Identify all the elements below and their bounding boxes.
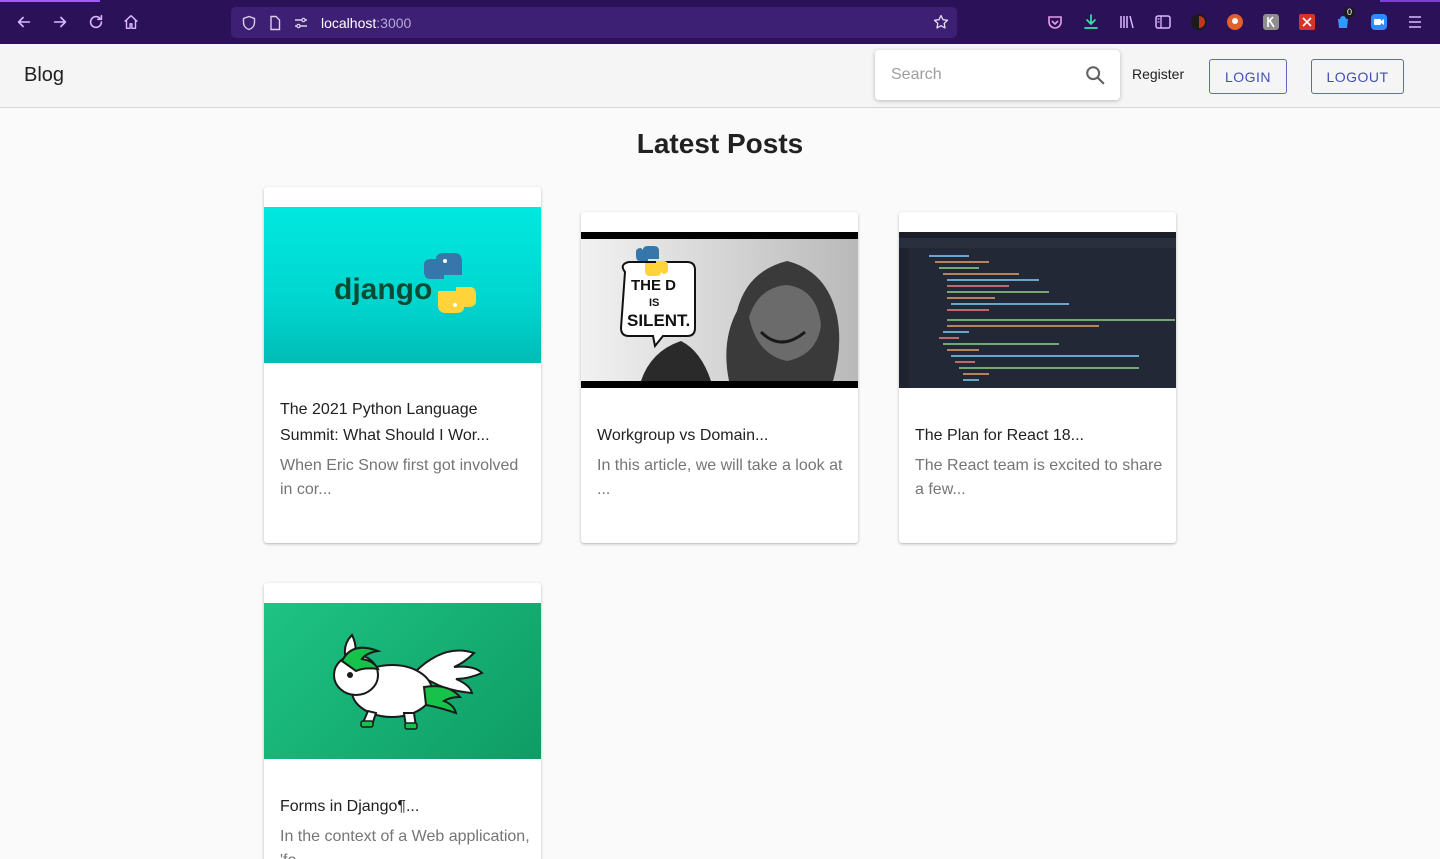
svg-text:django: django [334,273,432,306]
login-button[interactable]: LOGIN [1209,59,1287,94]
post-card[interactable]: Forms in Django¶... In the context of a … [264,583,541,859]
brand-title[interactable]: Blog [24,64,64,87]
browser-toolbar: localhost:3000 0 [0,0,1440,44]
post-excerpt: In the context of a Web application, 'fo… [280,828,530,859]
extension-blue-badge-icon[interactable]: 0 [1334,7,1356,31]
comic-text-line-2: IS [649,297,659,309]
address-bar[interactable]: localhost:3000 [231,7,957,38]
search-box [875,50,1120,100]
app-header: Blog Register LOGIN LOGOUT [0,44,1440,108]
post-excerpt: When Eric Snow first got involved in cor… [280,457,519,498]
post-image[interactable]: django [264,207,541,363]
extension-badge-count: 0 [1344,7,1356,18]
tab-accent-right [1380,0,1440,2]
post-title[interactable]: The 2021 Python Language Summit: What Sh… [280,397,530,449]
library-icon[interactable] [1118,13,1136,31]
sidebar-icon[interactable] [1154,13,1172,31]
logout-button[interactable]: LOGOUT [1311,59,1404,94]
django-python-logo: django [334,253,476,313]
post-card[interactable]: The Plan for React 18... The React team … [899,212,1176,543]
post-card[interactable]: django The 2021 Python Language Summit: … [264,187,541,543]
post-image[interactable] [899,232,1176,388]
zoom-meeting-icon[interactable] [1370,13,1388,31]
post-excerpt: The React team is excited to share a few… [915,457,1163,498]
page-icon [267,15,283,31]
site-permissions-icon[interactable] [293,15,309,31]
extension-red-icon[interactable] [1298,13,1316,31]
post-title[interactable]: Forms in Django¶... [280,794,530,820]
search-input[interactable] [875,50,1075,100]
menu-icon[interactable] [1406,13,1424,31]
url-text[interactable]: localhost:3000 [321,15,411,31]
django-pony-mascot [333,633,484,730]
bookmark-star-icon[interactable] [933,14,949,30]
back-icon[interactable] [14,12,34,32]
post-card[interactable]: THE D IS SILENT. Workgroup vs Domain... … [581,212,858,543]
comic-text-line-1: THE D [631,277,676,294]
extension-grey-icon[interactable] [1262,13,1280,31]
pocket-icon[interactable] [1046,13,1064,31]
post-image[interactable]: THE D IS SILENT. [581,232,858,388]
home-icon[interactable] [121,12,141,32]
post-excerpt: In this article, we will take a look at … [597,457,843,498]
post-title[interactable]: Workgroup vs Domain... [597,423,847,449]
reload-icon[interactable] [86,12,106,32]
downloads-icon[interactable] [1082,13,1100,31]
register-link[interactable]: Register [1132,66,1184,82]
comic-text-line-3: SILENT. [627,311,690,330]
forward-icon[interactable] [50,12,70,32]
post-image[interactable] [264,603,541,759]
shield-icon[interactable] [241,15,257,31]
code-editor-screenshot [899,232,1176,388]
extension-dark-circle-icon[interactable] [1190,13,1208,31]
url-port: :3000 [376,14,412,31]
duckduckgo-icon[interactable] [1226,13,1244,31]
search-icon[interactable] [1084,64,1106,86]
post-title[interactable]: The Plan for React 18... [915,423,1165,449]
url-host: localhost [321,14,377,31]
page-title: Latest Posts [636,128,804,159]
tab-accent [0,0,100,2]
the-d-is-silent-comic: THE D IS SILENT. [581,239,858,381]
